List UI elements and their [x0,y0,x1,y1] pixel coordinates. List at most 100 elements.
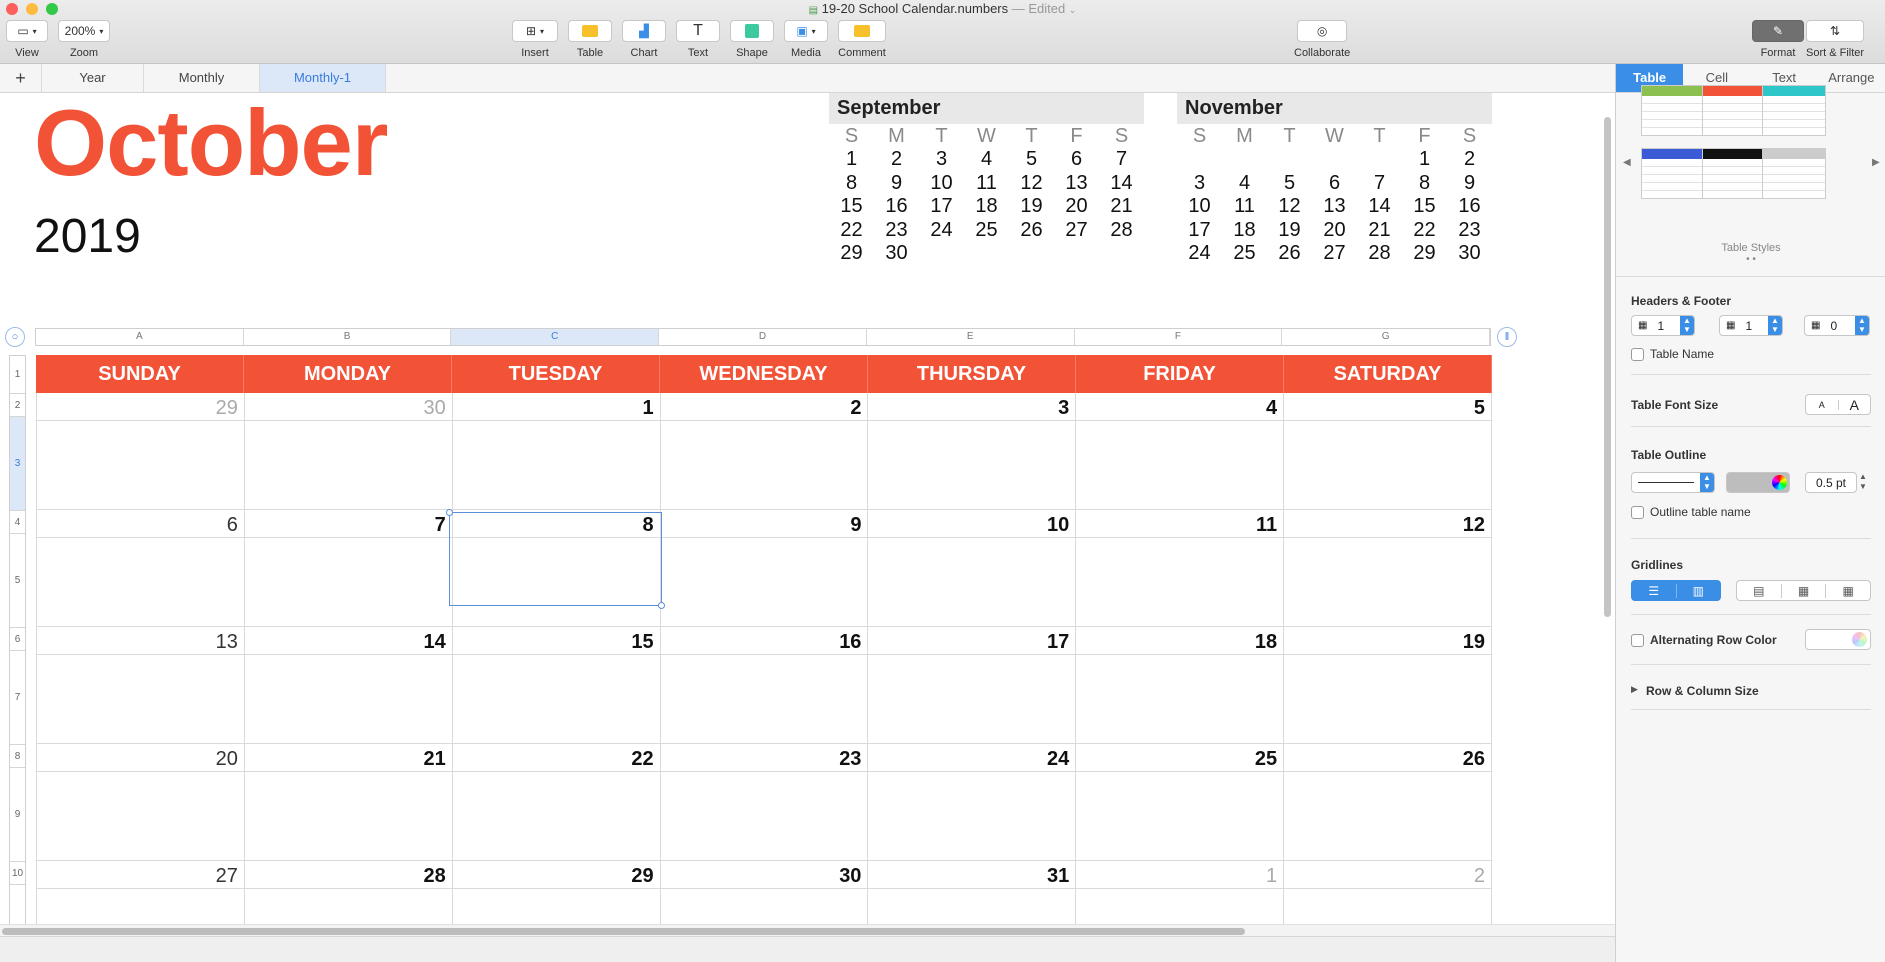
calendar-day-cell[interactable]: 7 [244,510,453,627]
vertical-gridlines-icon[interactable]: ▥ [1677,584,1721,598]
vertical-scrollbar[interactable] [1604,117,1611,617]
stepper-arrows-icon[interactable]: ▲ ▼ [1680,316,1694,335]
calendar-day-cell[interactable]: 28 [244,861,453,933]
weekday-header[interactable]: WEDNESDAY [660,355,868,393]
insert-button[interactable]: ⊞ ▾ Insert [512,20,558,59]
page-dots[interactable]: • • [1616,254,1885,265]
outline-table-name-checkbox[interactable] [1631,506,1644,519]
chevron-left-icon[interactable]: ◀ [1623,157,1631,168]
calendar-day-cell[interactable]: 15 [452,627,661,744]
weekday-header[interactable]: THURSDAY [868,355,1076,393]
horizontal-scrollbar[interactable] [2,928,1245,935]
calendar-day-cell[interactable]: 23 [660,744,869,861]
table-style-swatch[interactable] [1762,148,1826,199]
calendar-day-cell[interactable]: 1 [1076,861,1285,933]
chevron-right-icon[interactable]: ▶ [1872,157,1880,168]
calendar-day-cell[interactable]: 6 [36,510,245,627]
mini-calendar-september[interactable]: September S M T W T F S 1 2 3 4 5 6 7 8 9 10 11 12 13 14 15 16… [829,93,1144,266]
calendar-day-cell[interactable]: 19 [1284,627,1493,744]
calendar-day-cell[interactable]: 29 [36,393,245,510]
chart-button[interactable]: ▟ Chart [622,20,666,59]
weekday-header[interactable]: MONDAY [244,355,452,393]
alternating-color-well[interactable] [1805,629,1871,650]
stepper-arrows-icon[interactable]: ▲ ▼ [1768,316,1782,335]
row-header-6[interactable]: 6 [10,628,25,651]
add-column-handle[interactable]: ǁ [1497,327,1517,347]
row-header-1[interactable]: 1 [10,356,25,394]
calendar-day-cell[interactable]: 1 [452,393,661,510]
row-header-3[interactable]: 3 [10,417,25,511]
calendar-day-cell[interactable]: 20 [36,744,245,861]
calendar-day-cell[interactable]: 27 [36,861,245,933]
calendar-day-cell[interactable]: 16 [660,627,869,744]
tab-monthly[interactable]: Monthly [144,64,260,92]
shape-button[interactable]: Shape [730,20,774,59]
calendar-day-cell[interactable]: 30 [244,393,453,510]
selection-handle[interactable] [446,509,453,516]
table-button[interactable]: Table [568,20,612,59]
stepper-arrows-icon[interactable]: ▲ ▼ [1855,316,1869,335]
color-wheel-icon[interactable] [1852,632,1867,647]
collaborate-button[interactable]: ◎ Collaborate [1294,20,1350,59]
table-style-swatch[interactable] [1641,148,1705,199]
table-style-swatch[interactable] [1702,85,1766,136]
table-style-swatch[interactable] [1702,148,1766,199]
calendar-day-cell[interactable]: 5 [1284,393,1493,510]
alternating-row-color-checkbox[interactable] [1631,634,1644,647]
calendar-day-cell[interactable]: 2 [1284,861,1493,933]
header-rows-stepper[interactable]: ▦ 1 ▲ ▼ [1631,315,1695,336]
calendar-day-cell[interactable]: 29 [452,861,661,933]
calendar-day-cell[interactable]: 18 [1076,627,1285,744]
row-header-10[interactable]: 10 [10,862,25,885]
calendar-day-cell[interactable]: 2 [660,393,869,510]
column-header-e[interactable]: E [867,329,1075,345]
footer-rows-stepper[interactable]: ▦ 0 ▲ ▼ [1804,315,1870,336]
column-header-b[interactable]: B [244,329,452,345]
column-header-g[interactable]: G [1282,329,1491,345]
tab-arrange[interactable]: Arrange [1818,64,1885,92]
column-header-d[interactable]: D [659,329,867,345]
selection-handle[interactable] [658,602,665,609]
table-style-swatch[interactable] [1641,85,1705,136]
horizontal-gridlines-icon[interactable]: ☰ [1632,583,1677,598]
table-name-checkbox[interactable] [1631,348,1644,361]
footer-gridlines-icon[interactable]: ▦ [1826,584,1870,598]
tab-year[interactable]: Year [42,64,144,92]
text-button[interactable]: T Text [676,20,720,59]
decrease-font-button[interactable]: A [1806,399,1839,410]
calendar-day-cell[interactable]: 12 [1284,510,1493,627]
table-select-handle[interactable]: ○ [5,327,25,347]
outline-color-well[interactable] [1726,472,1790,493]
header-columns-stepper[interactable]: ▦ 1 ▲ ▼ [1719,315,1783,336]
sort-filter-button[interactable]: ⇅ Sort & Filter [1806,20,1864,59]
outline-width-field[interactable]: 0.5 pt [1805,472,1857,493]
calendar-day-cell[interactable]: 13 [36,627,245,744]
calendar-day-cell[interactable]: 22 [452,744,661,861]
row-header-4[interactable]: 4 [10,511,25,534]
calendar-day-cell[interactable]: 25 [1076,744,1285,861]
calendar-day-cell[interactable]: 17 [868,627,1077,744]
mini-calendar-november[interactable]: November S M T W T F S 1 2 3 4 5 6 7 8 9 10 11 12 13 14 15 16 1… [1177,93,1492,266]
calendar-day-cell[interactable]: 21 [244,744,453,861]
calendar-day-cell[interactable]: 11 [1076,510,1285,627]
zoom-control[interactable]: 200% ▾ Zoom [58,20,110,59]
disclosure-triangle-icon[interactable]: ▶ [1631,684,1638,695]
row-header-8[interactable]: 8 [10,745,25,768]
header-gridlines-icon[interactable]: ▤ [1737,583,1782,598]
color-wheel-icon[interactable] [1772,475,1787,490]
weekday-header[interactable]: SATURDAY [1284,355,1492,393]
year-title[interactable]: 2019 [34,209,141,264]
table-style-swatch[interactable] [1762,85,1826,136]
width-stepper[interactable]: ▲ ▼ [1859,472,1867,492]
add-sheet-button[interactable]: + [0,64,42,92]
calendar-day-cell[interactable]: 10 [868,510,1077,627]
tab-monthly-1[interactable]: Monthly-1 [260,64,386,92]
calendar-day-cell[interactable]: 31 [868,861,1077,933]
calendar-day-cell[interactable]: 14 [244,627,453,744]
outline-style-select[interactable]: ▲ ▼ [1631,472,1715,493]
row-header-5[interactable]: 5 [10,534,25,628]
increase-font-button[interactable]: A [1839,397,1871,413]
calendar-day-cell[interactable]: 4 [1076,393,1285,510]
calendar-day-cell[interactable]: 24 [868,744,1077,861]
media-button[interactable]: ▣ ▾ Media [784,20,828,59]
